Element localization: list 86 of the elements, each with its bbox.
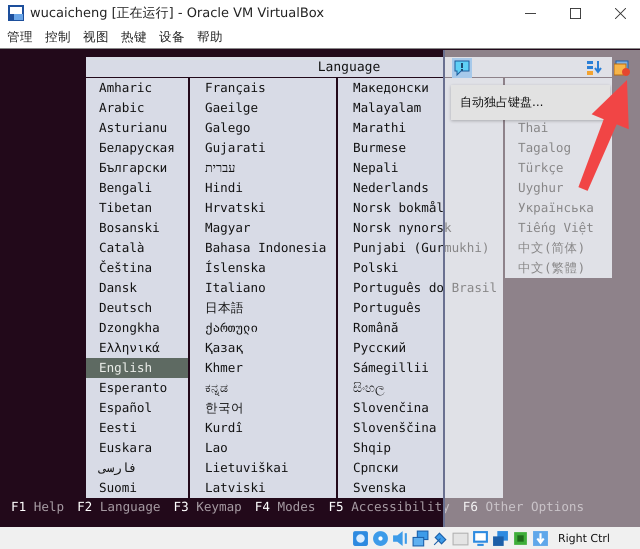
language-option[interactable]: Français <box>190 78 336 98</box>
language-option[interactable]: Gaeilge <box>190 98 336 118</box>
language-option[interactable]: Dansk <box>86 278 188 298</box>
language-option[interactable]: Galego <box>190 118 336 138</box>
language-option[interactable]: Català <box>86 238 188 258</box>
language-option[interactable]: Bosanski <box>86 218 188 238</box>
windows-icon[interactable] <box>614 60 630 76</box>
network-icon[interactable] <box>412 530 429 546</box>
language-option[interactable]: Kurdî <box>190 418 336 438</box>
language-option[interactable]: Ελληνικά <box>86 338 188 358</box>
language-option[interactable]: Amharic <box>86 78 188 98</box>
language-option[interactable]: Српски <box>338 458 503 478</box>
menu-item[interactable]: 控制 <box>45 28 71 46</box>
language-option[interactable]: Khmer <box>190 358 336 378</box>
disc-icon[interactable] <box>372 530 389 546</box>
language-option[interactable]: Svenska <box>338 478 503 498</box>
maximize-icon[interactable] <box>570 8 581 18</box>
close-icon[interactable] <box>615 8 626 18</box>
language-option[interactable]: Português do Brasil <box>338 278 503 298</box>
menu-item[interactable]: 帮助 <box>197 28 223 46</box>
language-option[interactable]: Eesti <box>86 418 188 438</box>
language-option[interactable]: Suomi <box>86 478 188 498</box>
language-option[interactable]: Português <box>338 298 503 318</box>
sort-icon[interactable] <box>586 60 602 76</box>
language-option[interactable]: Hrvatski <box>190 198 336 218</box>
language-option[interactable]: فارسی <box>86 458 188 478</box>
language-option[interactable]: ქართული <box>190 318 336 338</box>
language-option[interactable]: Norsk bokmål <box>338 198 503 218</box>
function-key-hint[interactable]: F2 Language <box>77 499 161 514</box>
function-key-hint[interactable]: F4 Modes <box>254 499 316 514</box>
menu-item[interactable]: 设备 <box>159 28 185 46</box>
language-option[interactable]: Norsk nynorsk <box>338 218 503 238</box>
monitor-icon[interactable] <box>472 530 489 546</box>
language-option[interactable]: Gujarati <box>190 138 336 158</box>
language-option[interactable]: Latviski <box>190 478 336 498</box>
language-option[interactable]: Nederlands <box>338 178 503 198</box>
function-key-hint[interactable]: F1 Help <box>11 499 64 514</box>
language-option[interactable]: Русский <box>338 338 503 358</box>
language-option[interactable]: 日本語 <box>190 298 336 318</box>
language-option[interactable]: Беларуская <box>86 138 188 158</box>
language-option[interactable]: Dzongkha <box>86 318 188 338</box>
language-option[interactable]: Italiano <box>190 278 336 298</box>
screens-icon[interactable] <box>492 530 509 546</box>
language-option[interactable]: Euskara <box>86 438 188 458</box>
message-icon[interactable] <box>452 58 472 78</box>
language-option[interactable]: Español <box>86 398 188 418</box>
language-option[interactable]: සිංහල <box>338 378 503 398</box>
language-option[interactable]: Қазақ <box>190 338 336 358</box>
menu-item[interactable]: 管理 <box>7 28 33 46</box>
language-option[interactable]: Slovenčina <box>338 398 503 418</box>
host-key-label: Right Ctrl <box>558 532 610 544</box>
language-option[interactable]: Arabic <box>86 98 188 118</box>
language-option[interactable]: Sámegillii <box>338 358 503 378</box>
language-option[interactable]: Lao <box>190 438 336 458</box>
language-option[interactable]: Polski <box>338 258 503 278</box>
language-option[interactable]: Lietuviškai <box>190 458 336 478</box>
language-option[interactable]: Български <box>86 158 188 178</box>
language-option[interactable]: עברית <box>190 158 336 178</box>
language-option[interactable]: Nepali <box>338 158 503 178</box>
window-title: wucaicheng [正在运行] - Oracle VM VirtualBox <box>30 5 324 22</box>
language-option[interactable]: Bengali <box>86 178 188 198</box>
language-option[interactable]: Magyar <box>190 218 336 238</box>
menu-item[interactable]: 视图 <box>83 28 109 46</box>
chip-icon[interactable] <box>512 530 529 546</box>
language-option[interactable]: Burmese <box>338 138 503 158</box>
dialog-header: Language <box>86 57 612 78</box>
language-option[interactable]: Íslenska <box>190 258 336 278</box>
language-option[interactable]: Marathi <box>338 118 503 138</box>
popup-menu-item[interactable]: 自动独占键盘... <box>451 85 610 120</box>
language-option[interactable]: Bahasa Indonesia <box>190 238 336 258</box>
language-option[interactable]: Hindi <box>190 178 336 198</box>
language-option[interactable]: Esperanto <box>86 378 188 398</box>
menu-item[interactable]: 热键 <box>121 28 147 46</box>
language-option[interactable]: Tibetan <box>86 198 188 218</box>
language-option[interactable]: Čeština <box>86 258 188 278</box>
language-option[interactable]: Română <box>338 318 503 338</box>
language-option[interactable]: Slovenščina <box>338 418 503 438</box>
language-option[interactable]: Shqip <box>338 438 503 458</box>
app-icon <box>8 5 24 21</box>
language-option[interactable]: English <box>86 358 188 378</box>
speaker-icon[interactable] <box>392 530 409 546</box>
language-option[interactable]: Asturianu <box>86 118 188 138</box>
function-key-hint[interactable]: F3 Keymap <box>174 499 242 514</box>
language-option[interactable]: 한국어 <box>190 398 336 418</box>
language-option[interactable]: Deutsch <box>86 298 188 318</box>
language-option[interactable]: ಕನ್ನಡ <box>190 378 336 398</box>
